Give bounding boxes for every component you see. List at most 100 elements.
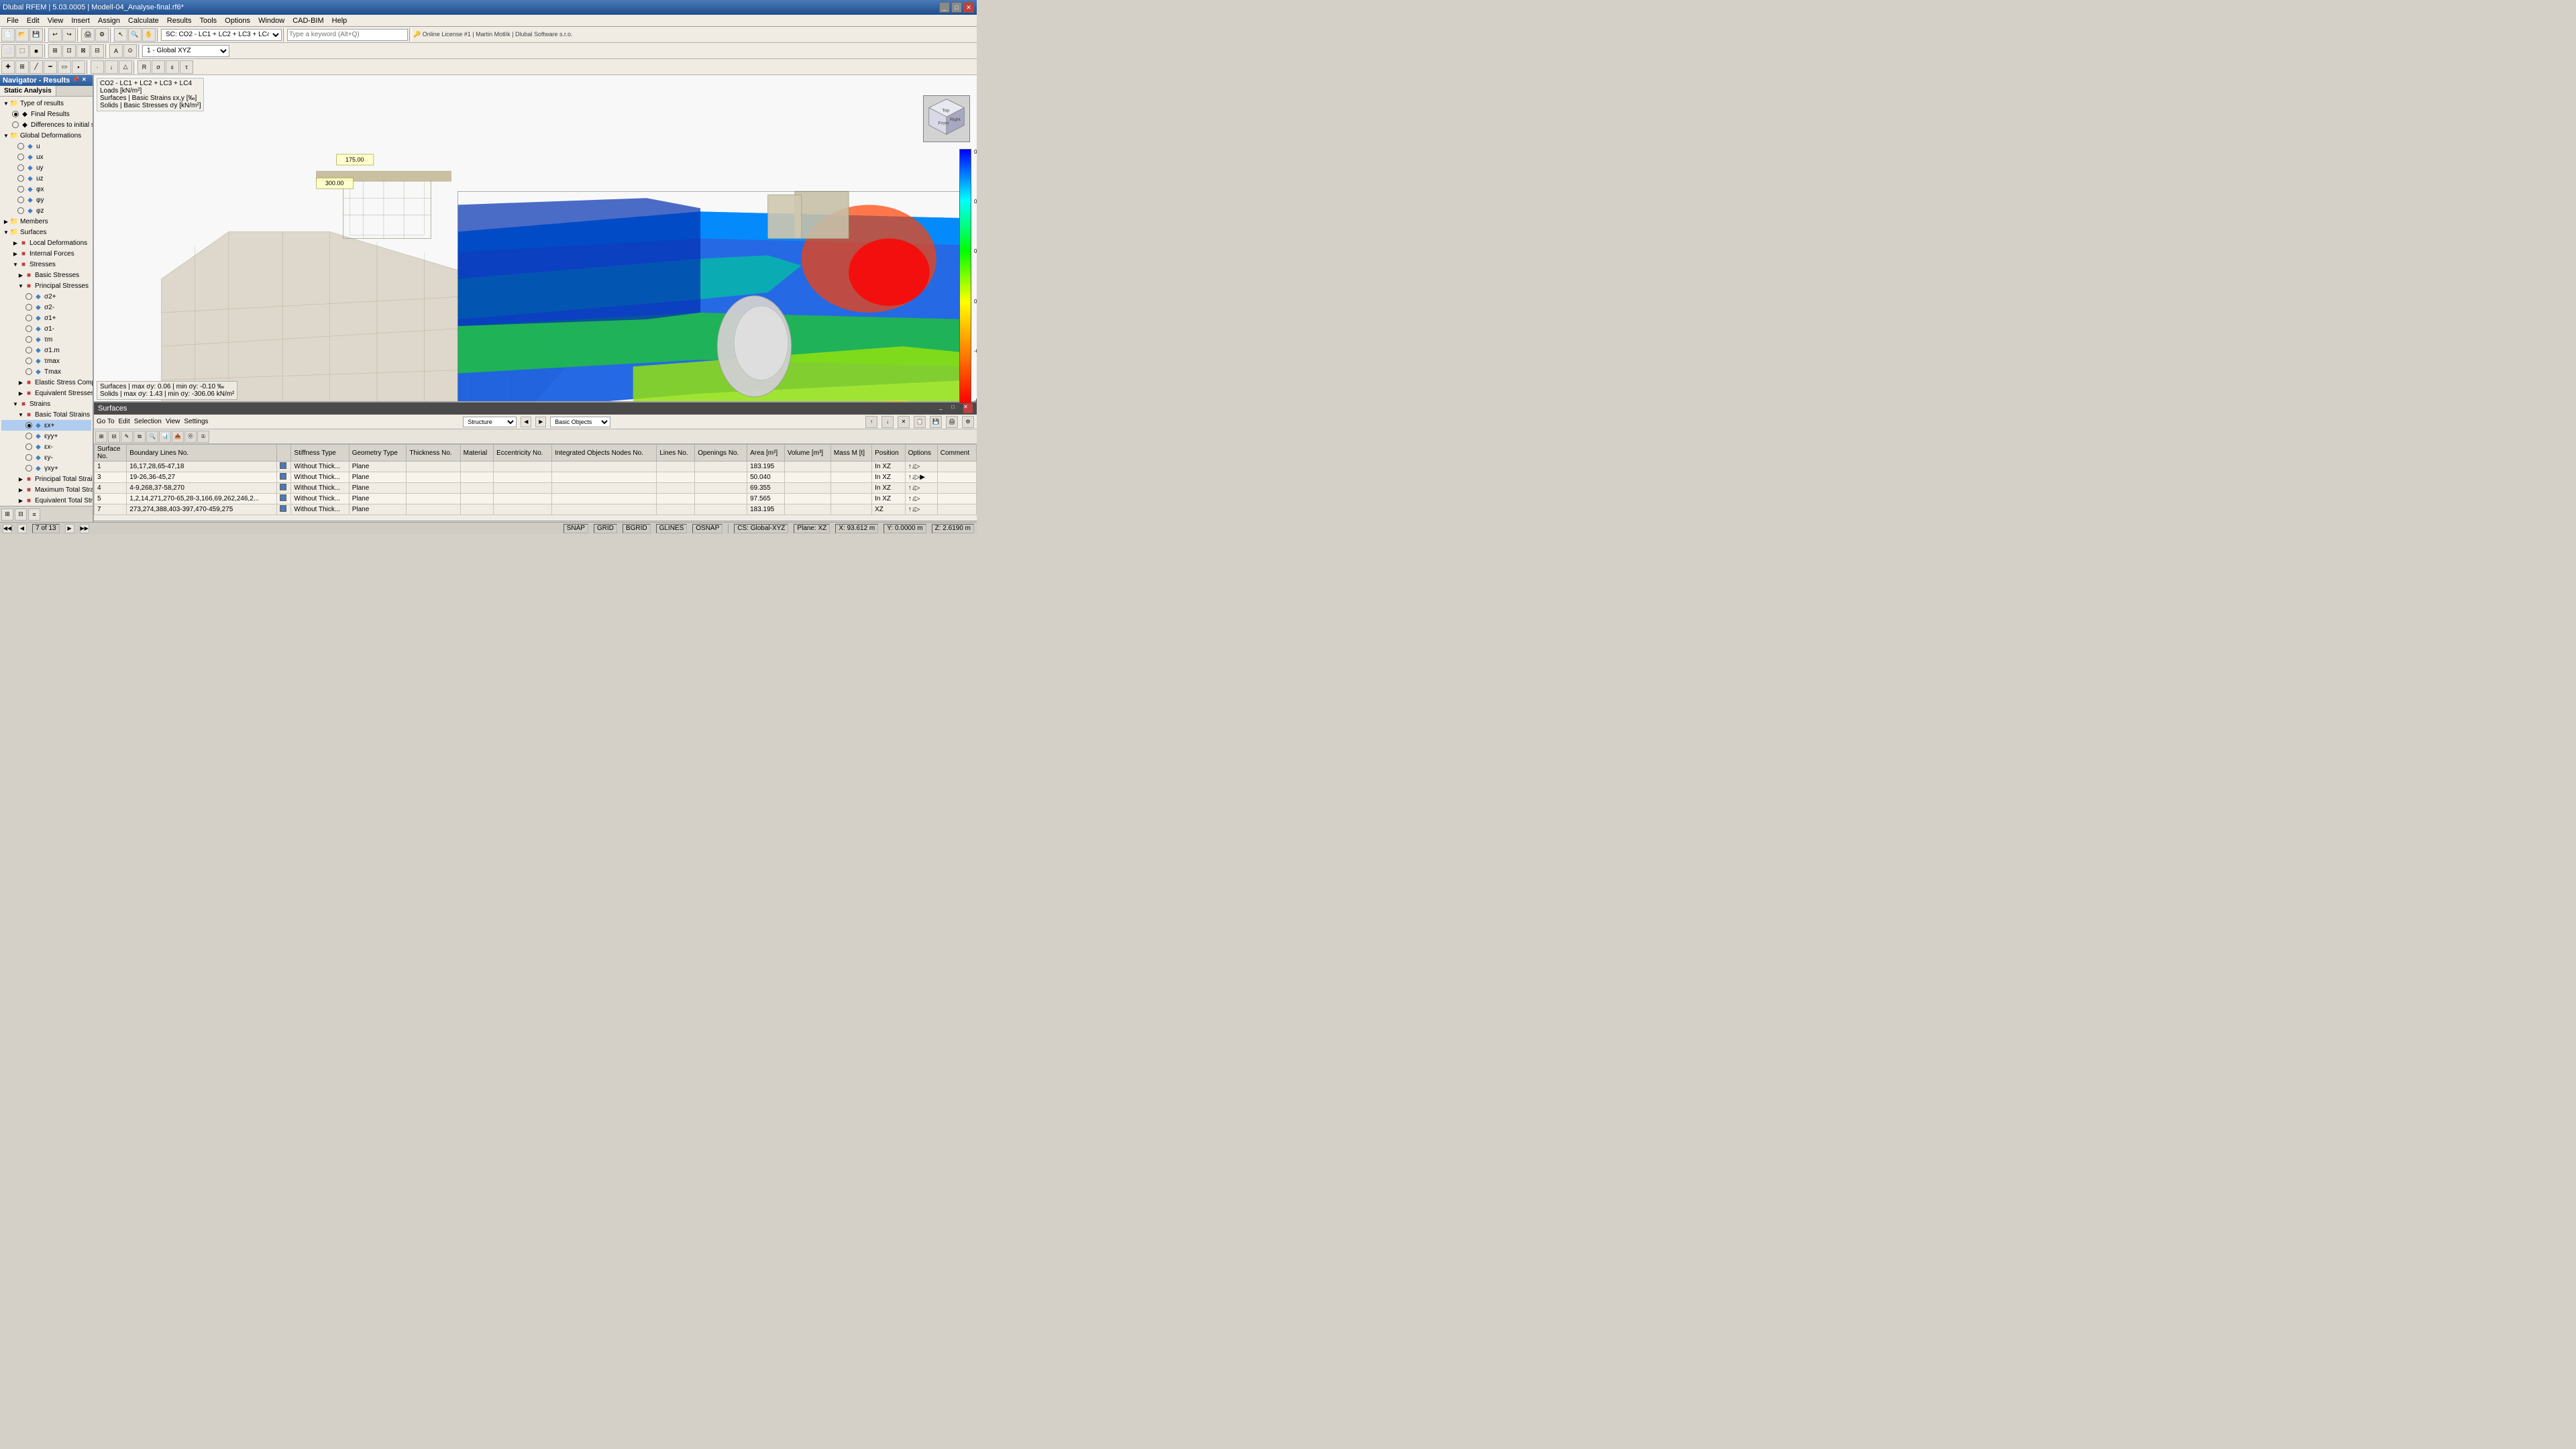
- tb-all[interactable]: A: [109, 44, 123, 58]
- menu-calculate[interactable]: Calculate: [124, 16, 163, 25]
- tb-load[interactable]: ↓: [105, 60, 118, 74]
- menu-results[interactable]: Results: [163, 16, 196, 25]
- tb-line[interactable]: ╱: [30, 60, 43, 74]
- menu-cad-bim[interactable]: CAD-BIM: [288, 16, 327, 25]
- tree-epsx-sel[interactable]: ◆ εx+: [1, 420, 91, 431]
- radio-sigma1m[interactable]: [25, 325, 32, 332]
- minimize-button[interactable]: _: [939, 2, 950, 13]
- menu-window[interactable]: Window: [254, 16, 288, 25]
- status-fwd[interactable]: ▶: [65, 524, 74, 533]
- radio-gammaxy[interactable]: [25, 465, 32, 472]
- status-end[interactable]: ▶▶: [80, 524, 89, 533]
- tb-result2[interactable]: σ: [152, 60, 165, 74]
- tb-grid[interactable]: ⊞: [15, 60, 29, 74]
- expand-members[interactable]: ▶: [3, 218, 9, 225]
- nav-btn-1[interactable]: ⊞: [1, 508, 13, 521]
- tb-zoom-all[interactable]: ⊙: [123, 44, 137, 58]
- table-row[interactable]: 1 16,17,28,65-47,18 Without Thick... Pla…: [95, 462, 977, 472]
- radio-epsyy[interactable]: [25, 433, 32, 439]
- radio-phix[interactable]: [17, 186, 24, 193]
- nav-btn-2[interactable]: ⊟: [15, 508, 27, 521]
- tbl-tag4[interactable]: ⧉: [133, 431, 146, 443]
- nav-tab-static[interactable]: Static Analysis: [0, 86, 56, 96]
- tb-surface[interactable]: ▭: [58, 60, 71, 74]
- tb-wireframe[interactable]: ⬚: [15, 44, 29, 58]
- tb-display[interactable]: ⬜: [1, 44, 15, 58]
- view-combo[interactable]: 1 - Global XYZ: [142, 45, 229, 57]
- expand-principal-total[interactable]: ▶: [17, 476, 24, 482]
- tb-support[interactable]: △: [119, 60, 132, 74]
- radio-sigma1p[interactable]: [25, 315, 32, 321]
- status-bgrid[interactable]: BGRID: [623, 524, 651, 533]
- expand-basic-total-strains[interactable]: ▼: [17, 411, 24, 418]
- nav-close[interactable]: ✕: [82, 76, 90, 85]
- tree-internal-forces[interactable]: ▶ ■ Internal Forces: [1, 248, 91, 259]
- radio-taumax1[interactable]: [25, 358, 32, 364]
- menu-tools[interactable]: Tools: [195, 16, 221, 25]
- tbl-icon3[interactable]: ✕: [898, 416, 910, 428]
- menu-insert[interactable]: Insert: [67, 16, 94, 25]
- expand-internal-forces[interactable]: ▶: [12, 250, 19, 257]
- tb-view-right[interactable]: ⊠: [76, 44, 90, 58]
- tbl-tag3[interactable]: ✎: [121, 431, 133, 443]
- tbl-icon4[interactable]: 📋: [914, 416, 926, 428]
- search-input[interactable]: [287, 29, 408, 41]
- tree-epsy-neg[interactable]: ◆ εy-: [1, 452, 91, 463]
- menu-file[interactable]: File: [3, 16, 23, 25]
- tb-node[interactable]: ·: [91, 60, 104, 74]
- expand-principal-stresses[interactable]: ▼: [17, 282, 24, 289]
- expand-surfaces[interactable]: ▼: [3, 229, 9, 235]
- tb-redo[interactable]: ↪: [62, 28, 76, 42]
- tree-sigma2m[interactable]: ◆ σ2-: [1, 302, 91, 313]
- tbl-icon2[interactable]: ↓: [881, 416, 894, 428]
- expand-local-def[interactable]: ▶: [12, 239, 19, 246]
- results-btn2[interactable]: ▶: [535, 417, 546, 427]
- radio-uz[interactable]: [17, 175, 24, 182]
- tree-members[interactable]: ▶ 📁 Members: [1, 216, 91, 227]
- tb-member[interactable]: ━: [44, 60, 57, 74]
- radio-uy[interactable]: [17, 164, 24, 171]
- expand-stresses[interactable]: ▼: [12, 261, 19, 268]
- tree-max-total[interactable]: ▶ ■ Maximum Total Strains: [1, 484, 91, 495]
- results-goto[interactable]: Go To: [97, 418, 115, 425]
- results-minimize[interactable]: _: [939, 404, 949, 413]
- tree-basic-total-strains[interactable]: ▼ ■ Basic Total Strains: [1, 409, 91, 420]
- expand-max-total[interactable]: ▶: [17, 486, 24, 493]
- tree-equiv-stress[interactable]: ▶ ■ Equivalent Stresses: [1, 388, 91, 398]
- close-button[interactable]: ✕: [963, 2, 974, 13]
- tb-pan[interactable]: ✋: [142, 28, 156, 42]
- tb-select[interactable]: ↖: [114, 28, 127, 42]
- nav-btn-3[interactable]: ≡: [28, 508, 40, 521]
- results-combo1[interactable]: Structure: [463, 417, 517, 427]
- tree-def-phiz[interactable]: ◆ φz: [1, 205, 91, 216]
- tb-print[interactable]: 🖨: [81, 28, 95, 42]
- tree-def-phix[interactable]: ◆ φx: [1, 184, 91, 195]
- load-combo[interactable]: SC: CO2 - LC1 + LC2 + LC3 + LC4: [161, 29, 282, 41]
- tree-def-phiy[interactable]: ◆ φy: [1, 195, 91, 205]
- tree-surfaces[interactable]: ▼ 📁 Surfaces: [1, 227, 91, 237]
- tree-principal-stresses[interactable]: ▼ ■ Principal Stresses: [1, 280, 91, 291]
- expand-basic-stresses[interactable]: ▶: [17, 272, 24, 278]
- status-osnap[interactable]: OSNAP: [692, 524, 722, 533]
- expand-equiv-total[interactable]: ▶: [17, 497, 24, 504]
- tree-def-ux[interactable]: ◆ ux: [1, 152, 91, 162]
- tb-snap[interactable]: ✚: [1, 60, 15, 74]
- tree-basic-stresses[interactable]: ▶ ■ Basic Stresses: [1, 270, 91, 280]
- nav-cube[interactable]: Front Right Top: [923, 95, 970, 142]
- results-settings[interactable]: Settings: [184, 418, 208, 425]
- radio-taum[interactable]: [25, 336, 32, 343]
- status-back[interactable]: ◀: [17, 524, 27, 533]
- radio-ux[interactable]: [17, 154, 24, 160]
- results-edit[interactable]: Edit: [119, 418, 130, 425]
- expand-type-results[interactable]: ▼: [3, 100, 9, 107]
- radio-final[interactable]: [12, 111, 19, 117]
- tbl-tag5[interactable]: 🔍: [146, 431, 158, 443]
- radio-sigma2m[interactable]: [25, 304, 32, 311]
- expand-global-def[interactable]: ▼: [3, 132, 9, 139]
- menu-help[interactable]: Help: [328, 16, 352, 25]
- tb-result4[interactable]: τ: [180, 60, 193, 74]
- table-row[interactable]: 5 1,2,14,271,270-65,28-3,166,69,262,246,…: [95, 494, 977, 504]
- radio-epsy-neg[interactable]: [25, 454, 32, 461]
- results-btn1[interactable]: ◀: [521, 417, 531, 427]
- maximize-button[interactable]: □: [951, 2, 962, 13]
